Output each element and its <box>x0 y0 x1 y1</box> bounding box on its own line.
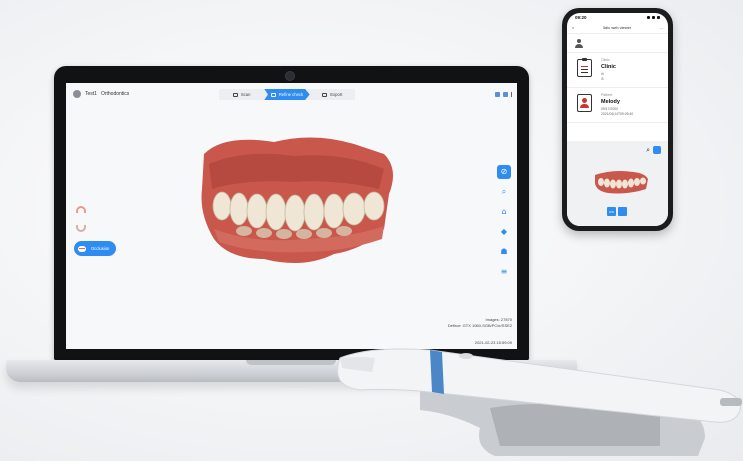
zoom-button[interactable]: ⌕ <box>497 185 511 199</box>
ow-button[interactable]: OW <box>607 207 616 216</box>
visibility-button[interactable]: ⊘ <box>497 165 511 179</box>
patient-id: 2021/04/14T09:26:40 <box>601 112 634 116</box>
screenshot-icon[interactable] <box>494 92 500 97</box>
measure-button[interactable]: ⌂ <box>497 205 511 219</box>
lower-jaw-icon <box>75 225 86 232</box>
refine-icon <box>270 92 276 97</box>
layers-button[interactable]: ≡ <box>497 265 511 279</box>
close-icon[interactable]: × <box>572 25 574 30</box>
teeth-button[interactable]: ☗ <box>497 245 511 259</box>
phone-time: 09:20 <box>575 15 587 20</box>
step-export[interactable]: Export <box>310 89 355 100</box>
search-icon[interactable]: ⌕ <box>646 146 650 154</box>
patient-dob: 09/17/2000 <box>601 106 618 111</box>
workflow-bar: Scan Refine check Export <box>219 89 355 100</box>
more-icon[interactable]: ... <box>660 25 663 30</box>
settings-icon[interactable] <box>502 92 508 97</box>
more-icon[interactable] <box>510 92 512 97</box>
occlusion-button[interactable]: Occlusion <box>74 241 116 256</box>
measure-icon: ⌂ <box>501 207 507 216</box>
user-name: Test1 <box>85 91 97 97</box>
step-refine-check[interactable]: Refine check <box>264 89 310 100</box>
occlusion-label: Occlusion <box>91 246 110 251</box>
phone-profile <box>567 34 668 53</box>
patient-name: Melody <box>601 99 620 105</box>
teeth-icon: ☗ <box>500 247 508 256</box>
user-info[interactable]: Test1 Orthodontics <box>73 90 129 98</box>
phone-dental-model[interactable] <box>593 169 649 195</box>
camera-icon <box>285 71 295 81</box>
case-type: Orthodontics <box>100 91 130 97</box>
view-toolbar: ⊘ ⌕ ⌂ ◆ ☗ ≡ <box>497 165 511 279</box>
phone-nav: × 3dic web viewer ... <box>567 22 668 34</box>
visibility-icon: ⊘ <box>500 167 508 176</box>
step-export-label: Export <box>330 92 343 97</box>
profile-icon[interactable] <box>575 39 583 48</box>
upper-jaw-icon <box>75 206 86 213</box>
intraoral-scanner <box>337 348 742 456</box>
layers-icon: ≡ <box>500 267 508 276</box>
zoom-icon: ⌕ <box>501 187 507 196</box>
patient-label: Patient <box>601 93 613 97</box>
step-refine-label: Refine check <box>278 92 304 97</box>
laptop-lid: Test1 Orthodontics Scan Refine check Exp… <box>54 66 529 361</box>
export-icon <box>322 92 328 97</box>
signal-icon <box>647 16 660 19</box>
clinic-label: Clinic <box>601 58 610 62</box>
clinic-card[interactable]: Clinic Clinic ✉ ✆ <box>567 53 668 88</box>
user-icon <box>73 90 81 98</box>
shield-icon: ◆ <box>500 227 508 236</box>
clipboard-icon <box>577 58 592 77</box>
lower-jaw-button[interactable] <box>74 222 87 235</box>
laptop-screen: Test1 Orthodontics Scan Refine check Exp… <box>66 83 517 349</box>
clinic-name: Clinic <box>601 64 616 70</box>
jaw-toolbar: Occlusion <box>74 203 116 256</box>
shield-button[interactable]: ◆ <box>497 225 511 239</box>
step-scan-label: Scan <box>240 92 251 97</box>
patient-card[interactable]: Patient Melody 09/17/2000 2021/04/14T09:… <box>567 88 668 123</box>
phone-viewer[interactable]: ⌕ OW <box>567 141 668 226</box>
patient-icon <box>577 94 592 112</box>
phone-viewer-tools: ⌕ <box>646 146 661 154</box>
top-right-tools <box>494 92 512 97</box>
phone-title: 3dic web viewer <box>602 25 632 30</box>
phone-status-bar: 09:20 <box>567 13 668 22</box>
upper-jaw-button[interactable] <box>74 203 87 216</box>
phone-bottom-buttons: OW <box>607 207 627 216</box>
step-scan[interactable]: Scan <box>219 89 264 100</box>
layers-button[interactable] <box>618 207 627 216</box>
view-mode-icon[interactable] <box>653 146 661 154</box>
phone: 09:20 × 3dic web viewer ... Clinic Clini… <box>562 8 673 231</box>
occlusion-icon <box>78 245 86 252</box>
scan-icon <box>232 92 238 97</box>
mail-icon: ✉ <box>601 71 604 76</box>
phone-screen: 09:20 × 3dic web viewer ... Clinic Clini… <box>567 13 668 226</box>
phone-icon: ✆ <box>601 77 604 81</box>
dental-model-3d[interactable] <box>184 134 414 284</box>
